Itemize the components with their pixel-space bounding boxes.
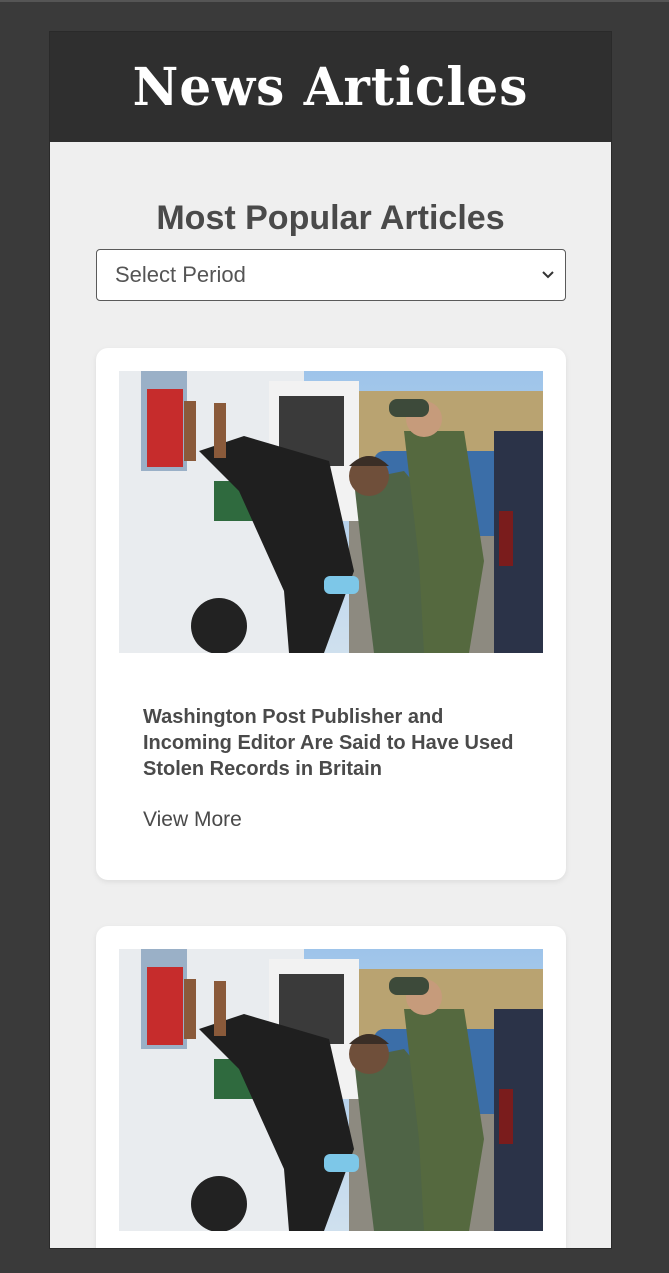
site-header: News Articles	[50, 32, 611, 142]
site-title: News Articles	[132, 55, 529, 118]
article-card: Washington Post Publisher and Incoming E…	[96, 348, 566, 880]
browser-top-edge	[0, 0, 669, 2]
article-card	[96, 926, 566, 1248]
period-select[interactable]: Select Period	[96, 249, 566, 301]
news-page: News Articles Most Popular Articles Sele…	[50, 32, 611, 1248]
article-headline: Washington Post Publisher and Incoming E…	[143, 706, 514, 780]
view-more-link[interactable]: View More	[143, 808, 242, 832]
period-select-value: Select Period	[115, 262, 246, 287]
article-image[interactable]	[119, 949, 543, 1231]
chevron-down-icon	[542, 271, 554, 279]
section-heading: Most Popular Articles	[156, 199, 505, 237]
article-image[interactable]	[119, 371, 543, 653]
